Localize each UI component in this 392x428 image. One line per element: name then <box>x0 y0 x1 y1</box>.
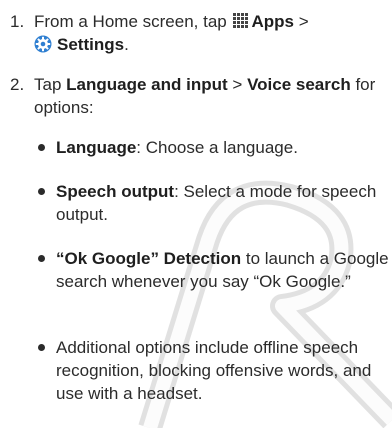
bullet-icon <box>38 344 45 351</box>
voice-search-label: Voice search <box>247 75 351 94</box>
separator: > <box>298 12 309 31</box>
step-text: From a Home screen, tap Apps > Settings. <box>34 10 386 56</box>
step-number: 1. <box>10 12 25 31</box>
option-name: Language <box>56 138 137 157</box>
apps-grid-icon <box>233 13 249 28</box>
bullet-icon <box>38 255 45 262</box>
option-description: : Choose a language. <box>136 138 298 157</box>
apps-label: Apps <box>251 12 294 31</box>
option-name: Speech output <box>56 182 175 201</box>
bullet-icon <box>38 144 45 151</box>
gear-icon <box>34 35 52 53</box>
bullet-icon <box>38 188 45 195</box>
language-and-input-label: Language and input <box>66 75 228 94</box>
option-name: “Ok Google” Detection <box>56 249 242 268</box>
step-text-part: . <box>124 35 129 54</box>
step-number: 2. <box>10 75 25 94</box>
settings-label: Settings <box>57 35 125 54</box>
step-text-part: From a Home screen, tap <box>34 12 227 31</box>
option-description: Additional options include offline speec… <box>56 338 372 403</box>
step-text-part: Tap <box>34 75 62 94</box>
step-text: Tap Language and input > Voice search fo… <box>34 73 386 119</box>
separator: > <box>232 75 243 94</box>
